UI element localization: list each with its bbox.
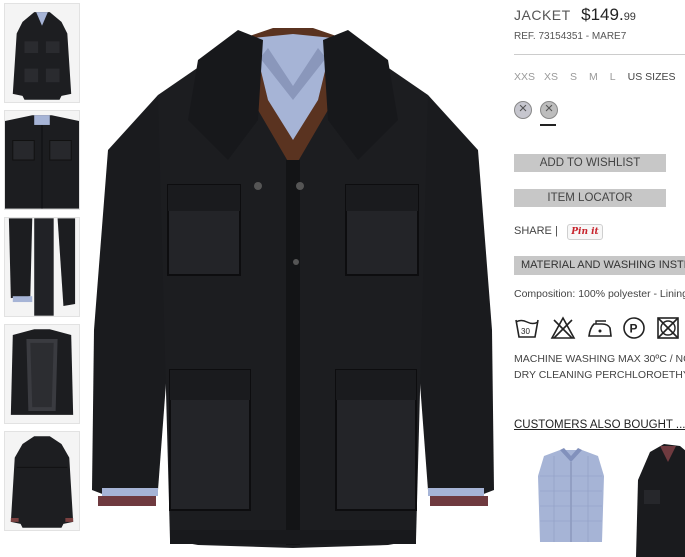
dry-clean-p-icon: P: [623, 317, 645, 339]
care-line-2: DRY CLEANING PERCHLOROETHYLENE: [514, 369, 685, 381]
svg-text:30: 30: [521, 327, 530, 336]
main-product-image[interactable]: [88, 0, 498, 557]
thumbnail-detail[interactable]: [4, 110, 80, 210]
recommended-jacket[interactable]: [630, 440, 685, 557]
size-option-s[interactable]: S: [570, 71, 577, 83]
wash-30-icon: 30: [515, 319, 539, 338]
thumbnail-back[interactable]: [4, 431, 80, 531]
size-guide-link[interactable]: US SIZES: [628, 71, 676, 83]
no-tumble-dry-icon: [657, 317, 679, 339]
thumbnail-lining[interactable]: [4, 324, 80, 424]
material-washing-header[interactable]: MATERIAL AND WASHING INSTRUCTIONS: [514, 256, 685, 275]
color-swatch-black[interactable]: [540, 100, 558, 119]
no-bleach-icon: [550, 316, 576, 339]
product-reference: REF. 73154351 - MARE7: [514, 31, 627, 42]
recommended-shirt[interactable]: [530, 446, 612, 546]
share-label: SHARE |: [514, 225, 558, 237]
add-to-wishlist-button[interactable]: ADD TO WISHLIST: [514, 154, 666, 172]
svg-text:P: P: [630, 322, 638, 336]
product-info-panel: JACKET $149.99 REF. 73154351 - MARE7 XXS…: [514, 0, 685, 557]
selected-color-indicator: [540, 124, 556, 126]
price-cents: 99: [623, 11, 636, 23]
divider: [514, 54, 685, 55]
color-swatch-navy[interactable]: [514, 100, 532, 119]
care-instructions: MACHINE WASHING MAX 30ºC / NO BLEACH DRY…: [514, 351, 685, 383]
size-option-xxs[interactable]: XXS: [514, 71, 535, 83]
care-line-1: MACHINE WASHING MAX 30ºC / NO BLEACH: [514, 353, 685, 365]
product-price: $149.99: [581, 5, 636, 24]
size-selector: XXS XS S M L US SIZES: [514, 71, 685, 83]
thumbnail-sleeve[interactable]: [4, 217, 80, 317]
thumbnail-front[interactable]: [4, 3, 80, 103]
composition-text: Composition: 100% polyester - Lining: 10…: [514, 288, 685, 300]
customers-also-bought-link[interactable]: CUSTOMERS ALSO BOUGHT ...: [514, 419, 685, 431]
pinterest-button[interactable]: Pin it: [567, 224, 603, 240]
product-title-row: JACKET $149.99: [514, 5, 636, 25]
size-option-xs[interactable]: XS: [544, 71, 558, 83]
product-name: JACKET: [514, 7, 571, 23]
price-main: $149.: [581, 5, 624, 24]
size-option-l[interactable]: L: [610, 71, 616, 83]
thumbnail-gallery: [0, 0, 82, 557]
iron-low-icon: [588, 320, 612, 337]
item-locator-button[interactable]: ITEM LOCATOR: [514, 189, 666, 207]
size-option-m[interactable]: M: [589, 71, 598, 83]
